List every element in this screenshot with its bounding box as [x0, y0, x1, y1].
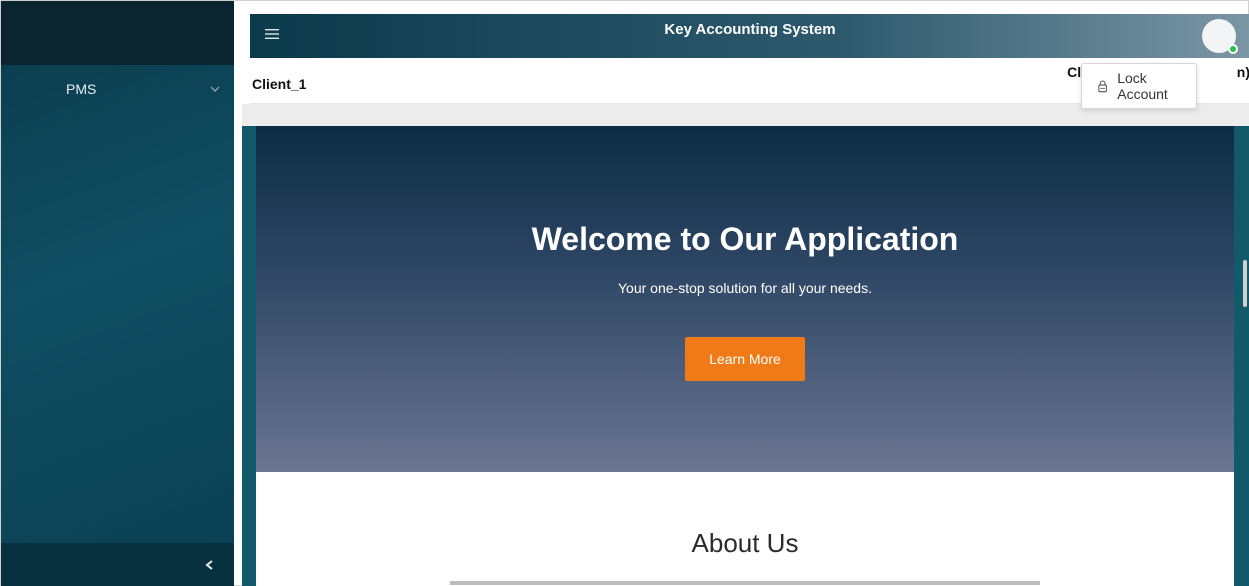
avatar[interactable] [1202, 19, 1238, 54]
app-title: Key Accounting System [664, 21, 836, 38]
hero-title: Welcome to Our Application [531, 221, 959, 257]
hero-section: Welcome to Our Application Your one-stop… [256, 126, 1234, 472]
client-role-right: n) [1236, 64, 1249, 80]
sidebar: PMS [1, 1, 234, 586]
about-section: About Us [256, 472, 1234, 586]
sidebar-item-pms[interactable]: PMS [1, 65, 234, 113]
about-text-partial [376, 577, 1114, 586]
chevron-down-icon [210, 86, 220, 92]
sidebar-brand-area [1, 1, 234, 65]
sidebar-collapse-button[interactable] [1, 543, 234, 586]
page-scrollbar[interactable] [1243, 260, 1247, 307]
page-content: Welcome to Our Application Your one-stop… [242, 126, 1249, 586]
lock-icon [1098, 80, 1107, 93]
client-name: Client_1 [252, 76, 307, 92]
main-area: Key Accounting System Client_1 Client A … [234, 1, 1249, 586]
online-status-dot [1228, 44, 1238, 54]
learn-more-button[interactable]: Learn More [685, 337, 805, 381]
lock-account-item[interactable]: Lock Account [1117, 70, 1196, 102]
about-heading: About Us [691, 528, 799, 558]
hero-subtitle: Your one-stop solution for all your need… [618, 280, 872, 296]
app-window: PMS Key Accounting System Client_1 n) Lo… [0, 0, 1249, 586]
sidebar-item-label: PMS [66, 81, 97, 97]
account-dropdown: Lock Account [1081, 63, 1197, 109]
chevron-left-icon [205, 560, 213, 570]
top-header-bar: Key Accounting System [250, 14, 1249, 58]
